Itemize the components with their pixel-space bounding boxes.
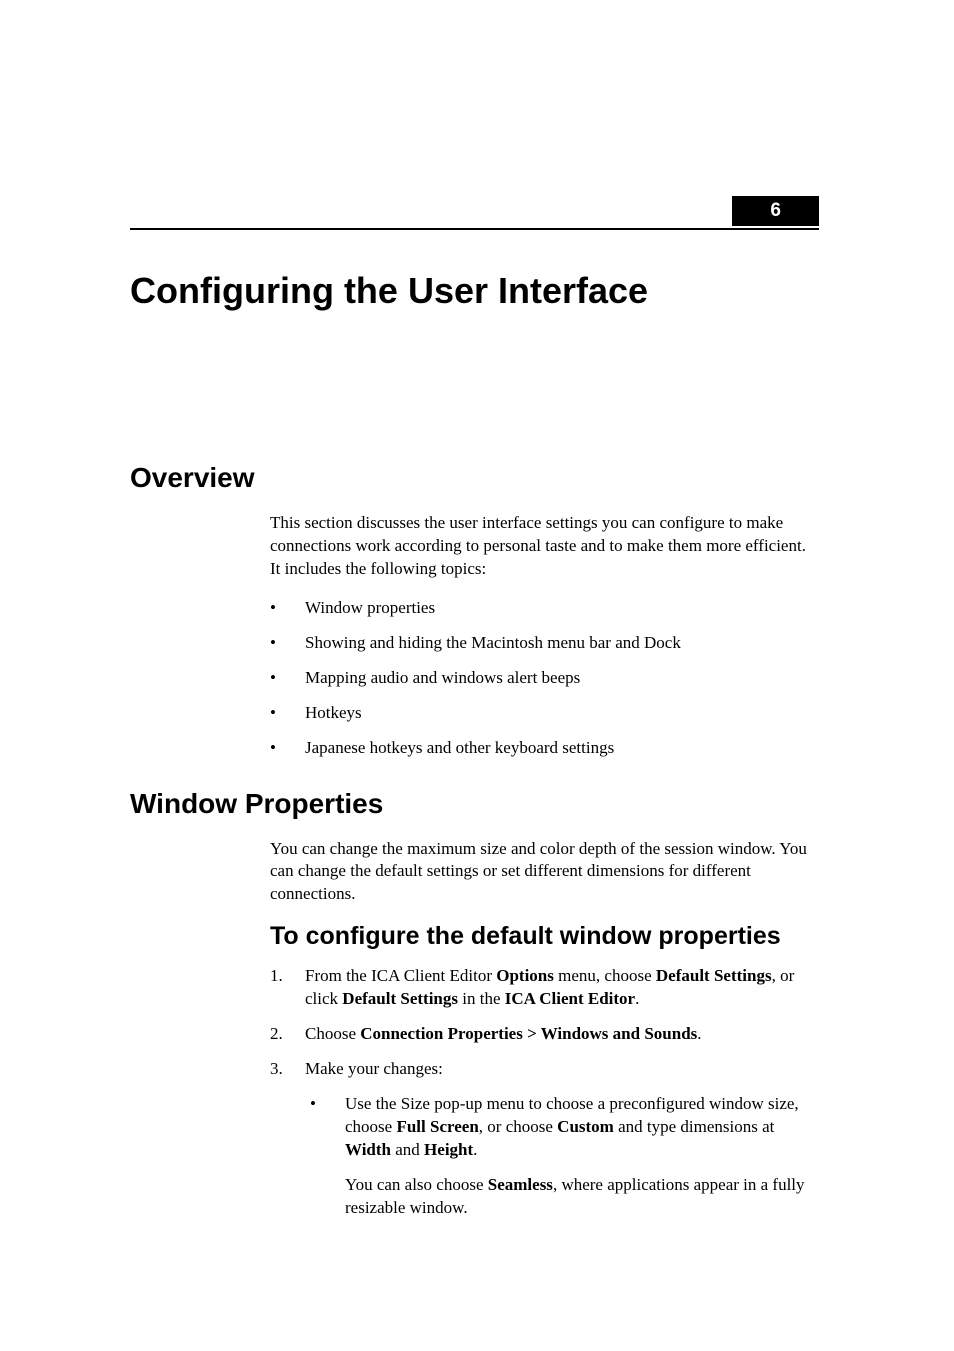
steps-list: 1. From the ICA Client Editor Options me… <box>270 965 819 1219</box>
list-item-text: Window properties <box>305 597 435 620</box>
overview-bullet-list: • Window properties • Showing and hiding… <box>270 597 819 760</box>
step-number: 2. <box>270 1023 305 1046</box>
bullet-icon: • <box>270 737 305 760</box>
step-text: Choose Connection Properties > Windows a… <box>305 1023 819 1046</box>
list-item-text: Mapping audio and windows alert beeps <box>305 667 580 690</box>
step-number: 1. <box>270 965 305 1011</box>
step-text: Make your changes: • Use the Size pop-up… <box>305 1058 819 1220</box>
overview-intro: This section discusses the user interfac… <box>270 512 819 581</box>
window-properties-intro: You can change the maximum size and colo… <box>270 838 819 907</box>
step-text: From the ICA Client Editor Options menu,… <box>305 965 819 1011</box>
sub-paragraph: You can also choose Seamless, where appl… <box>345 1174 819 1220</box>
list-item-text: Hotkeys <box>305 702 362 725</box>
bullet-icon: • <box>305 1093 345 1162</box>
document-page: 6 Configuring the User Interface Overvie… <box>0 0 954 1220</box>
overview-heading: Overview <box>130 462 819 494</box>
bullet-icon: • <box>270 702 305 725</box>
list-item: • Hotkeys <box>270 702 819 725</box>
chapter-title: Configuring the User Interface <box>130 270 819 312</box>
list-item-text: Japanese hotkeys and other keyboard sett… <box>305 737 614 760</box>
sub-list-item: • Use the Size pop-up menu to choose a p… <box>305 1093 819 1162</box>
sub-list-text: Use the Size pop-up menu to choose a pre… <box>345 1093 819 1162</box>
list-item: • Mapping audio and windows alert beeps <box>270 667 819 690</box>
step-item: 3. Make your changes: • Use the Size pop… <box>270 1058 819 1220</box>
step-item: 1. From the ICA Client Editor Options me… <box>270 965 819 1011</box>
bullet-icon: • <box>270 667 305 690</box>
list-item: • Window properties <box>270 597 819 620</box>
header-divider <box>130 228 819 230</box>
bullet-icon: • <box>270 632 305 655</box>
step-number: 3. <box>270 1058 305 1220</box>
list-item: • Japanese hotkeys and other keyboard se… <box>270 737 819 760</box>
list-item-text: Showing and hiding the Macintosh menu ba… <box>305 632 681 655</box>
chapter-number-badge: 6 <box>732 196 819 226</box>
step-item: 2. Choose Connection Properties > Window… <box>270 1023 819 1046</box>
configure-default-heading: To configure the default window properti… <box>270 922 819 951</box>
window-properties-heading: Window Properties <box>130 788 819 820</box>
bullet-icon: • <box>270 597 305 620</box>
list-item: • Showing and hiding the Macintosh menu … <box>270 632 819 655</box>
